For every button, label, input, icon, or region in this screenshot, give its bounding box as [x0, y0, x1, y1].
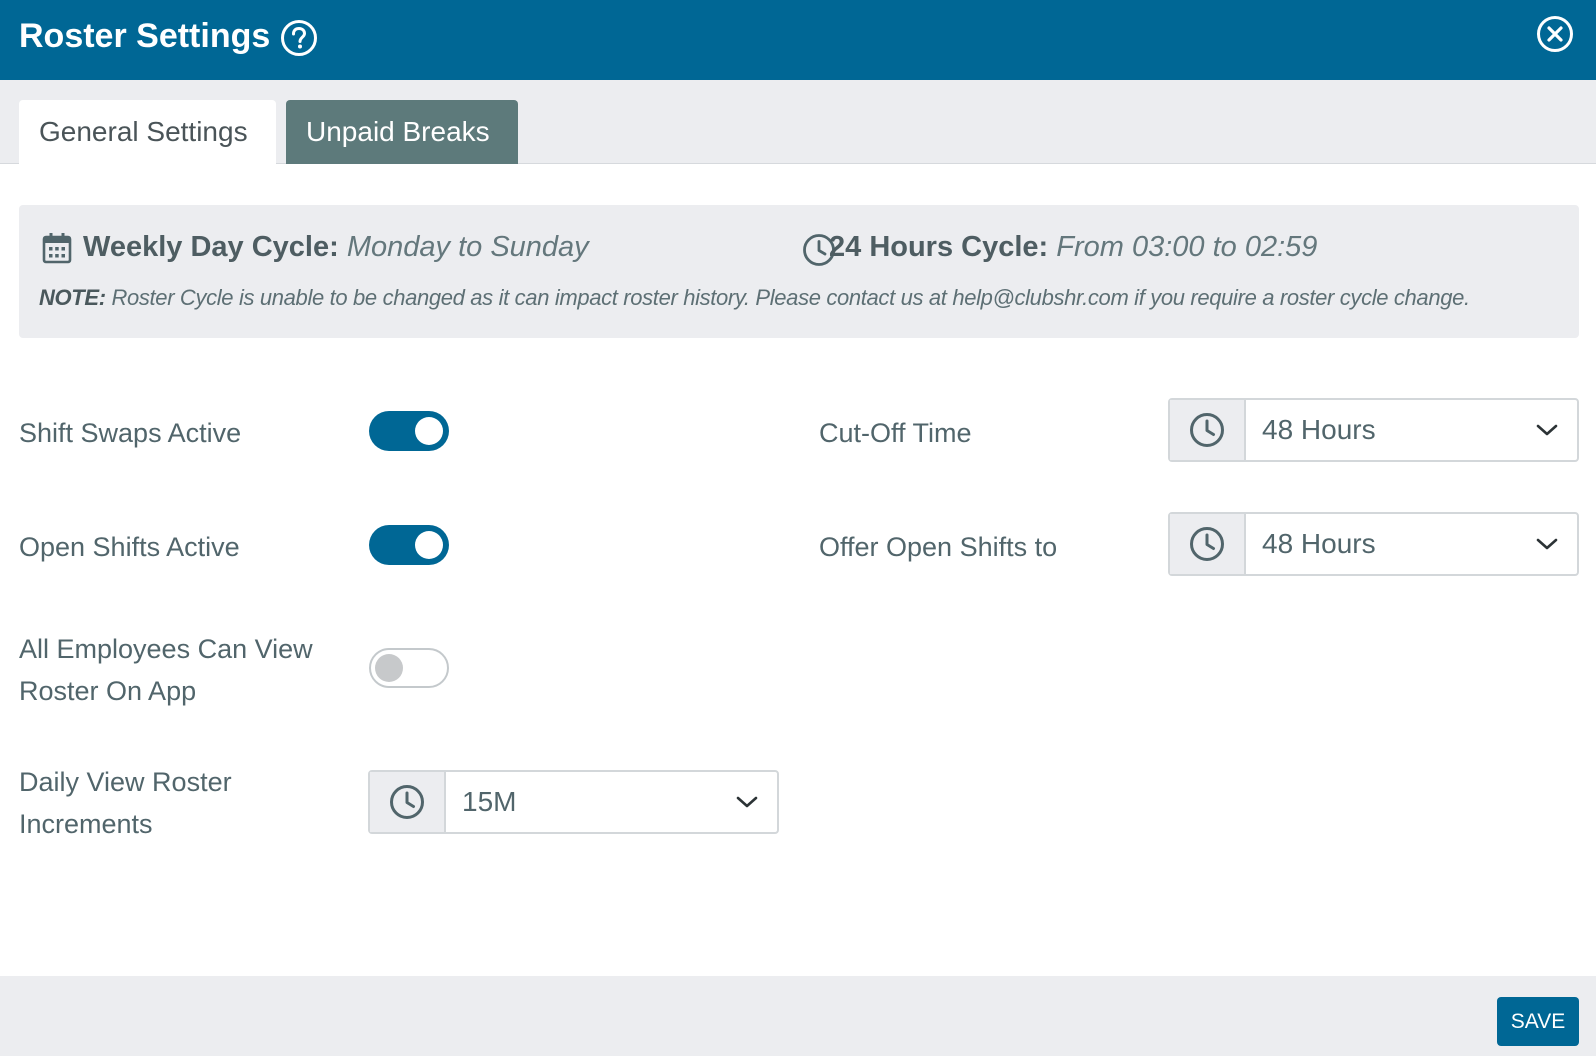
offer-open-shifts-select[interactable]: 48 Hours [1168, 512, 1579, 576]
shift-swaps-toggle[interactable] [369, 411, 449, 451]
view-roster-label-line2: Roster On App [19, 676, 197, 706]
offer-open-shifts-label: Offer Open Shifts to [819, 532, 1058, 562]
increments-label: Daily View Roster Increments [19, 761, 232, 845]
tab-bar: General Settings Unpaid Breaks [0, 80, 1596, 164]
cutoff-addon [1170, 400, 1246, 460]
hours-cycle: 24 Hours Cycle: From 03:00 to 02:59 [829, 227, 1317, 267]
hours-cycle-value: From 03:00 to 02:59 [1056, 231, 1318, 263]
increments-select[interactable]: 15M [368, 770, 779, 834]
tab-general-settings[interactable]: General Settings [19, 100, 276, 164]
offer-addon [1170, 514, 1246, 574]
clock-icon [390, 785, 424, 819]
modal-header: Roster Settings [0, 0, 1596, 80]
cutoff-time-value: 48 Hours [1262, 414, 1376, 445]
roster-cycle-info: Weekly Day Cycle: Monday to Sunday 24 Ho… [19, 205, 1579, 338]
calendar-icon [42, 233, 72, 264]
note-label: NOTE: [39, 285, 106, 310]
clock-icon [1190, 527, 1224, 561]
save-button[interactable]: SAVE [1497, 997, 1579, 1046]
offer-open-shifts-value: 48 Hours [1262, 528, 1376, 559]
modal-footer: SAVE [0, 976, 1596, 1056]
increments-addon [370, 772, 446, 832]
increments-label-line2: Increments [19, 809, 153, 839]
cycle-note: NOTE: Roster Cycle is unable to be chang… [39, 283, 1470, 313]
cutoff-time-select[interactable]: 48 Hours [1168, 398, 1579, 462]
increments-value: 15M [462, 786, 517, 817]
modal-title: Roster Settings [19, 17, 271, 55]
weekly-cycle-label: Weekly Day Cycle: [83, 231, 339, 263]
weekly-cycle-value: Monday to Sunday [346, 231, 589, 263]
view-roster-toggle[interactable] [369, 648, 449, 688]
view-roster-label-line1: All Employees Can View [19, 634, 313, 664]
open-shifts-toggle[interactable] [369, 525, 449, 565]
chevron-down-icon [1536, 424, 1558, 436]
hours-cycle-label: 24 Hours Cycle: [829, 231, 1049, 263]
chevron-down-icon [1536, 538, 1558, 550]
weekly-day-cycle: Weekly Day Cycle: Monday to Sunday [83, 227, 589, 267]
shift-swaps-label: Shift Swaps Active [19, 418, 242, 448]
tab-unpaid-breaks[interactable]: Unpaid Breaks [286, 100, 518, 164]
chevron-down-icon [736, 796, 758, 808]
note-text: Roster Cycle is unable to be changed as … [111, 285, 1470, 310]
view-roster-label: All Employees Can View Roster On App [19, 628, 313, 712]
clock-icon [1190, 413, 1224, 447]
increments-label-line1: Daily View Roster [19, 767, 232, 797]
cutoff-time-label: Cut-Off Time [819, 418, 972, 448]
close-circle-icon[interactable] [1536, 15, 1574, 53]
question-circle-icon[interactable] [280, 19, 318, 57]
open-shifts-label: Open Shifts Active [19, 532, 240, 562]
